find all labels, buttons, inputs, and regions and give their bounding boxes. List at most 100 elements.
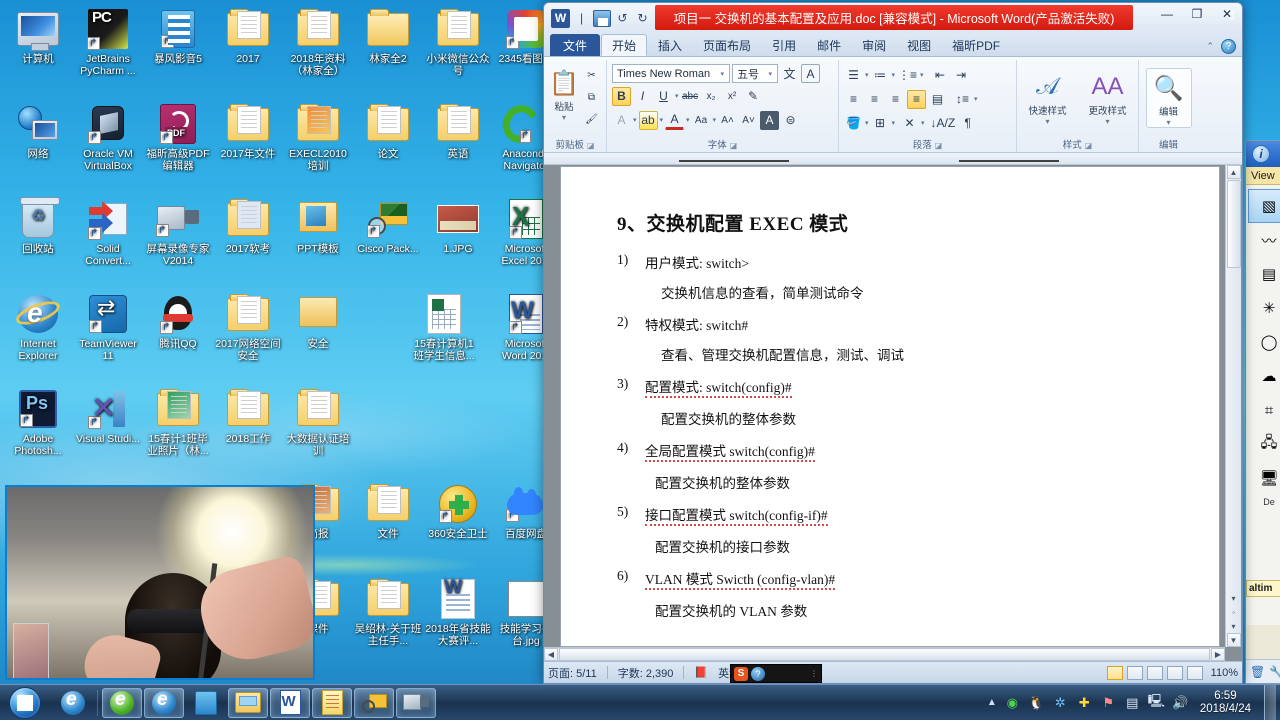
dialog-launcher-icon[interactable]: ◪ — [587, 141, 595, 150]
desktop-icon-network[interactable]: 网络 — [4, 103, 72, 160]
desktop-icon-bigdata-training[interactable]: 大数据认证培训 — [284, 388, 352, 457]
ime-floating-toolbar[interactable]: S ? ⋮ — [730, 664, 822, 683]
show-hidden-icons-chevron[interactable]: ▲ — [987, 697, 997, 708]
taskbar-item-microsoft-word[interactable] — [270, 687, 310, 718]
taskbar-item-internet-explorer[interactable] — [144, 687, 184, 718]
subscript-button[interactable]: x₂ — [702, 87, 721, 106]
chevron-down-icon[interactable]: ▾ — [633, 116, 637, 124]
undo-icon[interactable]: ↺ — [614, 10, 631, 27]
quick-styles-button[interactable]: 𝒜 快速样式 ▾ — [1023, 68, 1073, 126]
desktop-icon-2018-work[interactable]: 2018工作 — [214, 388, 282, 445]
taskbar-item-screen-recorder[interactable] — [396, 687, 436, 718]
tool-item-star[interactable]: ✳ — [1248, 291, 1280, 325]
shading-icon[interactable]: 🪣 — [844, 114, 863, 133]
align-left-icon[interactable]: ≡ — [844, 90, 863, 109]
microsoft-word-window[interactable]: W | ↺ ↻ ▾ 项目一 交换机的基本配置及应用.doc [兼容模式] - M… — [543, 2, 1243, 684]
tool-item-note[interactable]: ▤ — [1248, 257, 1280, 291]
scroll-down-button[interactable]: ▼ — [1226, 633, 1241, 647]
desktop-icon-computer[interactable]: 计算机 — [4, 8, 72, 65]
action-center-icon[interactable]: ⚑ — [1100, 694, 1117, 711]
text-highlight-icon[interactable]: ab — [638, 110, 658, 130]
borders-icon[interactable]: ⊞ — [871, 114, 890, 133]
web-layout-view-button[interactable] — [1146, 665, 1163, 680]
chevron-down-icon[interactable]: ▾ — [974, 95, 978, 103]
character-shading-icon[interactable]: A — [760, 110, 780, 130]
minimize-button[interactable]: — — [1158, 7, 1176, 21]
desktop-icon-storm-player[interactable]: 暴风影音5 — [144, 8, 212, 65]
close-button[interactable]: ✕ — [1218, 7, 1236, 21]
distributed-icon[interactable]: ▤ — [928, 90, 947, 109]
tool-item-dashed[interactable]: ⌗ — [1248, 393, 1280, 427]
chevron-down-icon[interactable]: ▾ — [920, 71, 924, 79]
help-icon[interactable]: ? — [1221, 39, 1236, 54]
proofing-errors-icon[interactable]: 📕 — [694, 666, 708, 679]
collapse-ribbon-icon[interactable]: ⌃ — [1206, 41, 1214, 52]
tool-item-selected[interactable]: ▧ — [1248, 189, 1280, 223]
chevron-down-icon[interactable]: ▾ — [675, 92, 679, 100]
chevron-down-icon[interactable]: ▾ — [865, 71, 869, 79]
tab-page-layout[interactable]: 页面布局 — [693, 34, 761, 56]
chevron-down-icon[interactable]: ▾ — [660, 116, 664, 124]
chevron-down-icon[interactable]: ▾ — [717, 70, 727, 78]
horizontal-scroll-thumb[interactable] — [559, 648, 1210, 661]
justify-icon[interactable]: ≡ — [907, 89, 926, 109]
dialog-launcher-icon[interactable]: ◪ — [935, 141, 943, 150]
browser-tray-icon[interactable]: ◉ — [1004, 694, 1021, 711]
zoom-level[interactable]: 110% — [1211, 667, 1238, 679]
desktop-icon-graduation-photos[interactable]: 15春计1班毕业照片（林... — [144, 388, 212, 457]
superscript-button[interactable]: x² — [723, 87, 742, 106]
status-page-number[interactable]: 页面: 5/11 — [548, 665, 597, 681]
chevron-down-icon[interactable]: ▾ — [892, 119, 896, 127]
horizontal-ruler[interactable] — [544, 153, 1242, 165]
clear-formatting-icon[interactable]: ✎ — [744, 87, 763, 106]
desktop-icon-excel2010-training[interactable]: EXECL2010培训 — [284, 103, 352, 172]
tab-file[interactable]: 文件 — [550, 34, 601, 56]
taskbar-item-cisco-packet-tracer[interactable] — [354, 687, 394, 718]
360-safe-tray-icon[interactable]: ✚ — [1076, 694, 1093, 711]
show-desktop-button[interactable] — [1264, 684, 1276, 720]
chevron-down-icon[interactable]: ▾ — [686, 116, 690, 124]
align-center-icon[interactable]: ≡ — [865, 90, 884, 109]
multilevel-list-icon[interactable]: ⋮≡ — [897, 66, 918, 85]
document-page[interactable]: 9、交换机配置 EXEC 模式 1) 用户模式: switch> 交换机信息的查… — [560, 166, 1220, 647]
background-window-right[interactable]: i View ▧ 〰 ▤ ✳ ◯ ☁ ⌗ 🖧 🖥 altim De 🗑 🔧 — [1245, 140, 1280, 684]
tab-insert[interactable]: 插入 — [648, 34, 692, 56]
tool-item-router[interactable]: 🖧 — [1248, 427, 1280, 461]
taskbar-item-browser-green[interactable] — [102, 687, 142, 718]
scroll-left-button[interactable]: ◀ — [544, 648, 558, 661]
chevron-down-icon[interactable]: ▾ — [865, 119, 869, 127]
desktop-icon-documents[interactable]: 文件 — [354, 483, 422, 540]
start-button[interactable] — [2, 686, 48, 720]
ime-help-icon[interactable]: ? — [751, 666, 765, 681]
grow-font-icon[interactable]: A˄ — [718, 111, 737, 130]
ime-more-icon[interactable]: ⋮ — [810, 670, 818, 678]
taskbar-item-media-player[interactable] — [186, 688, 226, 718]
wrench-icon[interactable]: 🔧 — [1269, 665, 1280, 679]
enclose-character-icon[interactable]: ⊜ — [781, 111, 800, 130]
editing-button[interactable]: 🔍 编辑 ▾ — [1145, 68, 1192, 128]
desktop-icon-2017-cyberspace-security[interactable]: 2017网络空间安全 — [214, 293, 282, 362]
bold-button[interactable]: B — [612, 86, 631, 106]
desktop-icon-foxit-pdf[interactable]: PDF 福昕高级PDF编辑器 — [144, 103, 212, 172]
redo-icon[interactable]: ↻ — [634, 10, 651, 27]
vertical-scroll-thumb[interactable] — [1226, 180, 1241, 268]
character-border-icon[interactable]: A — [801, 64, 820, 83]
full-screen-reading-button[interactable] — [1126, 665, 1143, 680]
restore-button[interactable]: ❐ — [1188, 7, 1206, 21]
desktop-icon-360-safe[interactable]: 360安全卫士 — [424, 483, 492, 540]
copy-icon[interactable]: ⧉ — [582, 88, 601, 107]
desktop-icon-screen-recorder[interactable]: 屏幕录像专家V2014 — [144, 198, 212, 267]
desktop-icon-linjiaquan2[interactable]: 林家全2 — [354, 8, 422, 65]
word-logo-icon[interactable]: W — [551, 8, 570, 28]
horizontal-scrollbar[interactable]: ◀ ▶ — [544, 647, 1225, 661]
draft-view-button[interactable] — [1186, 665, 1203, 680]
desktop-icon-teamviewer[interactable]: TeamViewer 11 — [74, 293, 142, 362]
desktop-icon-recycle-bin[interactable]: 回收站 — [4, 197, 72, 255]
outline-view-button[interactable] — [1166, 665, 1183, 680]
browse-object-button[interactable]: ◦ — [1227, 605, 1241, 619]
input-method-icon[interactable]: ▤ — [1124, 694, 1141, 711]
desktop-icon-2017-files[interactable]: 2017年文件 — [214, 103, 282, 160]
tab-mailings[interactable]: 邮件 — [807, 34, 851, 56]
text-effects-icon[interactable]: A — [612, 111, 631, 130]
desktop-icon-1jpg[interactable]: 1.JPG — [424, 198, 492, 255]
